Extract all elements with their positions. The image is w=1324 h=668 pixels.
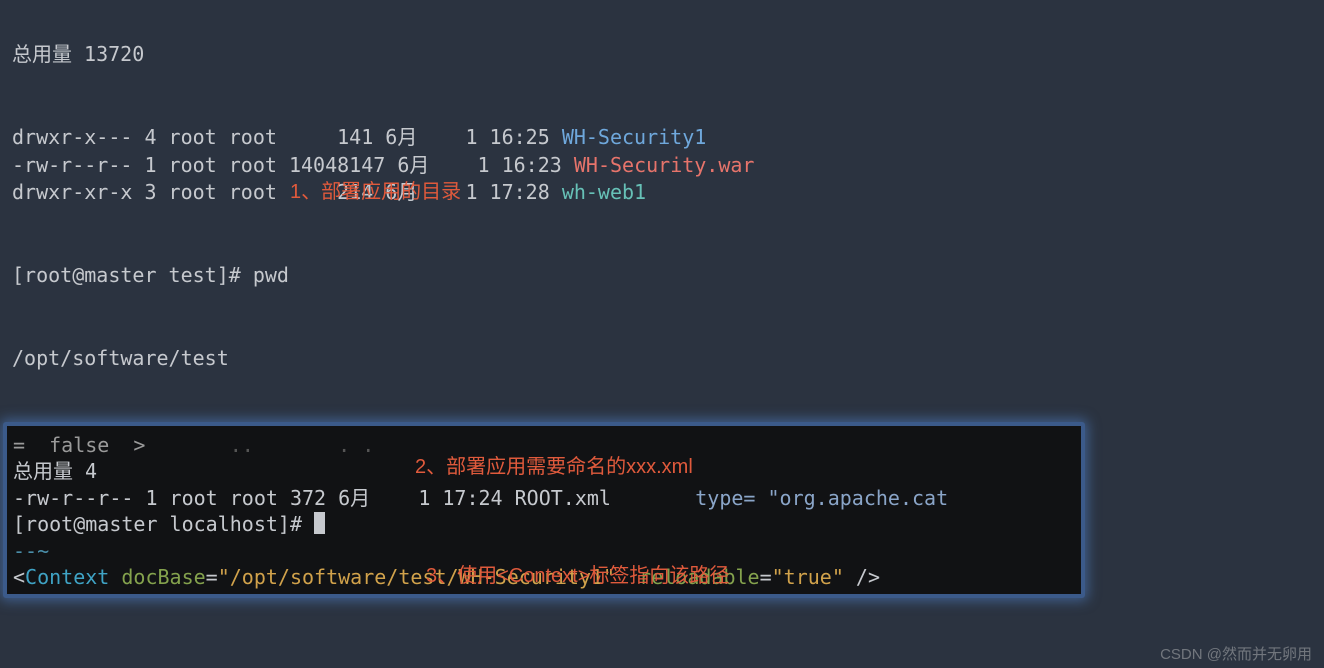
annotation-1: 1、部署应用的目录 (290, 175, 461, 204)
panel-ls-row: -rw-r--r-- 1 root root 372 6月 1 17:24 RO… (13, 485, 1075, 511)
table-row: drwxr-x--- 4 root root 141 6月 1 16:25 WH… (12, 124, 754, 152)
pwd-output-line: /opt/software/test (12, 345, 754, 373)
total-line: 总用量 13720 (12, 41, 754, 69)
cursor-solid-icon (314, 512, 325, 534)
annotation-3: 3、使用<Context>标签指向该路径 (426, 559, 729, 588)
pwd-output: /opt/software/test (12, 346, 229, 370)
terminal-top[interactable]: 总用量 13720 drwxr-x--- 4 root root 141 6月 … (0, 0, 766, 484)
panel-prompt: [root@master localhost]# (13, 511, 1075, 537)
annotation-2: 2、部署应用需要命名的xxx.xml (415, 450, 693, 479)
prompt-pwd: [root@master test]# pwd (12, 262, 754, 290)
watermark: CSDN @然而并无卵用 (1160, 643, 1312, 664)
